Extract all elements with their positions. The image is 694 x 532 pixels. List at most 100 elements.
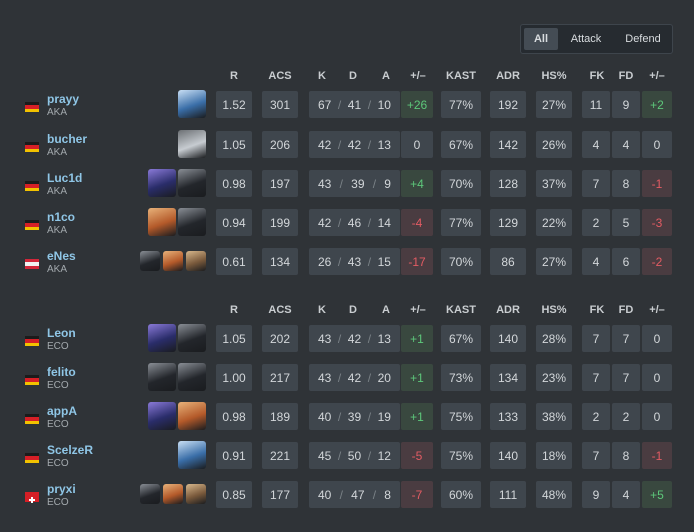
pm-cell: +4 bbox=[401, 170, 433, 197]
kda-cell: 43 / 39 / 9 bbox=[309, 170, 400, 197]
fd-cell: 4 bbox=[612, 481, 640, 508]
fk-cell: 2 bbox=[582, 209, 610, 236]
separator: / bbox=[367, 331, 372, 346]
adr-cell: 192 bbox=[490, 91, 526, 118]
de-flag-icon bbox=[25, 336, 39, 346]
player-team: AKA bbox=[47, 107, 68, 118]
hs-value: 18% bbox=[541, 448, 567, 463]
fd-value: 7 bbox=[622, 331, 630, 346]
kda-cell: 40 / 39 / 19 bbox=[309, 403, 400, 430]
fkpm-value: -1 bbox=[651, 448, 663, 463]
r-value: 1.00 bbox=[222, 370, 246, 385]
kills-value: 43 bbox=[318, 176, 332, 191]
kast-value: 77% bbox=[448, 215, 474, 230]
r-cell: 0.94 bbox=[216, 209, 252, 236]
fd-value: 8 bbox=[622, 448, 630, 463]
r-value: 1.52 bbox=[222, 97, 246, 112]
deaths-value: 39 bbox=[347, 409, 362, 424]
separator: / bbox=[367, 254, 372, 269]
r-value: 0.94 bbox=[222, 215, 246, 230]
hs-value: 37% bbox=[541, 176, 567, 191]
adr-value: 133 bbox=[497, 409, 519, 424]
player-name[interactable]: eNes bbox=[47, 249, 76, 263]
fd-value: 4 bbox=[622, 487, 630, 502]
hs-cell: 22% bbox=[536, 209, 572, 236]
fd-cell: 8 bbox=[612, 170, 640, 197]
r-value: 0.91 bbox=[222, 448, 246, 463]
kast-cell: 77% bbox=[441, 209, 481, 236]
player-name[interactable]: prayy bbox=[47, 92, 79, 106]
fkpm-value: 0 bbox=[653, 331, 661, 346]
fd-cell: 7 bbox=[612, 325, 640, 352]
player-name[interactable]: ScelzeR bbox=[47, 443, 93, 457]
player-name[interactable]: bucher bbox=[47, 132, 87, 146]
acs-value: 202 bbox=[269, 331, 291, 346]
fkpm-cell: -2 bbox=[642, 248, 672, 275]
separator: / bbox=[367, 370, 372, 385]
player-row: bucher AKA 1.05 206 42 / 42 / 13 0 67% 142 26% 4 4 0 bbox=[0, 128, 694, 160]
r-cell: 0.61 bbox=[216, 248, 252, 275]
fk-value: 4 bbox=[592, 254, 600, 269]
pm-cell: -7 bbox=[401, 481, 433, 508]
purple-agent-icon bbox=[148, 402, 176, 430]
hs-value: 27% bbox=[541, 97, 567, 112]
assists-value: 20 bbox=[377, 370, 391, 385]
r-cell: 1.00 bbox=[216, 364, 252, 391]
player-team: AKA bbox=[47, 147, 68, 158]
fd-cell: 2 bbox=[612, 403, 640, 430]
de-flag-icon bbox=[25, 102, 39, 112]
player-name[interactable]: Luc1d bbox=[47, 171, 82, 185]
column-header: +/– bbox=[649, 70, 665, 82]
r-cell: 0.85 bbox=[216, 481, 252, 508]
player-row: Luc1d AKA 0.98 197 43 / 39 / 9 +4 70% 128 37% 7 8 -1 bbox=[0, 167, 694, 199]
column-header: +/– bbox=[410, 70, 426, 82]
assists-value: 10 bbox=[377, 97, 391, 112]
r-value: 1.05 bbox=[222, 331, 246, 346]
separator: / bbox=[372, 487, 377, 502]
fd-cell: 9 bbox=[612, 91, 640, 118]
assists-value: 8 bbox=[384, 487, 391, 502]
hs-cell: 27% bbox=[536, 248, 572, 275]
column-header: +/– bbox=[410, 304, 426, 316]
pm-value: +1 bbox=[410, 331, 424, 346]
player-team: AKA bbox=[47, 186, 68, 197]
adr-value: 128 bbox=[497, 176, 519, 191]
fk-cell: 7 bbox=[582, 364, 610, 391]
column-header: ADR bbox=[496, 304, 520, 316]
column-header: HS% bbox=[541, 70, 567, 82]
deaths-value: 41 bbox=[347, 97, 362, 112]
kills-value: 42 bbox=[318, 215, 332, 230]
kast-value: 70% bbox=[448, 176, 474, 191]
assists-value: 14 bbox=[377, 215, 391, 230]
player-name[interactable]: pryxi bbox=[47, 482, 76, 496]
kills-value: 40 bbox=[318, 487, 332, 502]
column-header: HS% bbox=[541, 304, 567, 316]
player-name[interactable]: Leon bbox=[47, 326, 76, 340]
player-name[interactable]: n1co bbox=[47, 210, 75, 224]
player-name[interactable]: appA bbox=[47, 404, 77, 418]
fk-value: 7 bbox=[592, 448, 600, 463]
fkpm-value: -3 bbox=[651, 215, 663, 230]
kast-cell: 75% bbox=[441, 442, 481, 469]
kda-cell: 42 / 46 / 14 bbox=[309, 209, 400, 236]
dark-agent-icon bbox=[140, 484, 160, 504]
r-cell: 0.98 bbox=[216, 170, 252, 197]
orange-agent-icon bbox=[148, 208, 176, 236]
adr-cell: 128 bbox=[490, 170, 526, 197]
player-team: ECO bbox=[47, 458, 69, 469]
blue-agent-icon bbox=[178, 441, 206, 469]
pm-value: -5 bbox=[411, 448, 423, 463]
de-flag-icon bbox=[25, 181, 39, 191]
column-header: ADR bbox=[496, 70, 520, 82]
filter-attack-button[interactable]: Attack bbox=[558, 25, 614, 53]
deaths-value: 47 bbox=[351, 487, 365, 502]
filter-all-button[interactable]: All bbox=[524, 28, 558, 50]
pm-cell: -17 bbox=[401, 248, 433, 275]
acs-value: 301 bbox=[269, 97, 291, 112]
adr-cell: 86 bbox=[490, 248, 526, 275]
filter-defend-button[interactable]: Defend bbox=[614, 25, 672, 53]
assists-value: 13 bbox=[377, 331, 391, 346]
fd-cell: 4 bbox=[612, 131, 640, 158]
player-name[interactable]: felito bbox=[47, 365, 76, 379]
pm-value: +1 bbox=[410, 409, 424, 424]
